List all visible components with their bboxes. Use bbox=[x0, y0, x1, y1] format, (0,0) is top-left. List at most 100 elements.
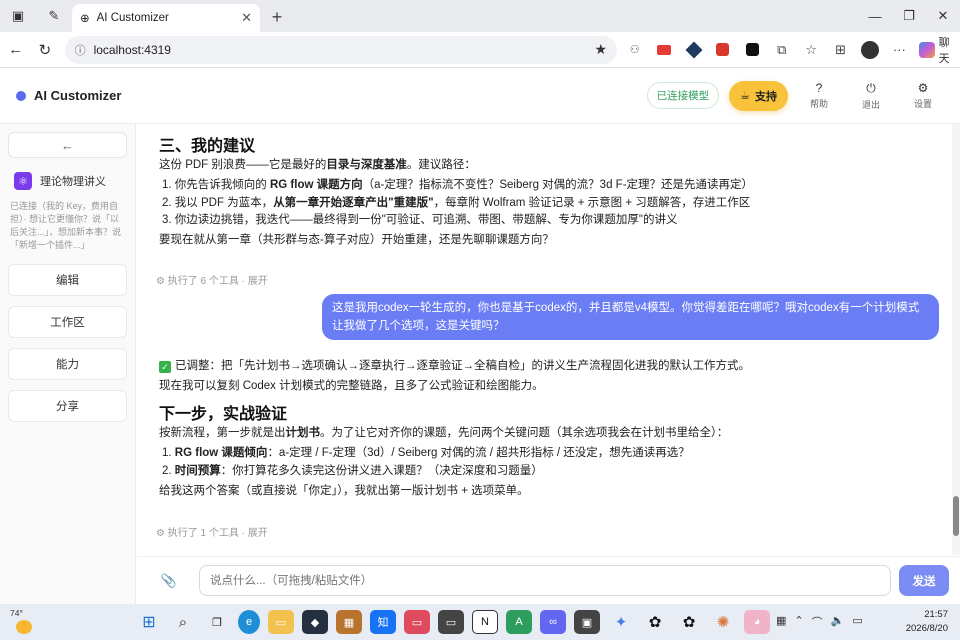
tray-icon[interactable]: ⌃ bbox=[794, 614, 803, 630]
sun-icon bbox=[16, 620, 32, 634]
restore-icon[interactable]: ❐ bbox=[892, 0, 926, 32]
profile-avatar[interactable] bbox=[858, 38, 881, 62]
sidebar: ← ⚛ 理论物理讲义 已连接（我的 Key，费用自担）· 想让它更懂你？说「以后… bbox=[0, 124, 136, 604]
settings-label: 设置 bbox=[913, 99, 932, 109]
url-text: localhost:4319 bbox=[93, 42, 171, 57]
browser-tab-bar: ▣ ✎ ⊕ AI Customizer ✕ + — ❐ ✕ bbox=[0, 0, 960, 32]
close-tab-icon[interactable]: ✕ bbox=[241, 10, 252, 26]
tools-run-toggle[interactable]: ⚙ 执行了 6 个工具 · 展开 bbox=[156, 272, 268, 287]
os-taskbar: 74° ⊞ ⌕ ❐ e ▭ ◆ ▦ 知 ▭ ▭ N A ∞ ▣ ✦ ✿ ✿ ✺ … bbox=[0, 604, 960, 640]
tray-icon[interactable]: ▦ bbox=[776, 614, 786, 630]
chatgpt-icon[interactable]: ✿ bbox=[676, 610, 702, 634]
scrollbar-thumb[interactable] bbox=[953, 496, 959, 536]
list-item: 1. RG flow 课题倾向：a-定理 / F-定理（3d）/ Seiberg… bbox=[162, 447, 690, 459]
bookmark-star-icon[interactable]: ★ bbox=[594, 41, 607, 58]
app-brand: AI Customizer bbox=[16, 88, 121, 103]
claude-icon[interactable]: ✺ bbox=[710, 610, 736, 634]
notion-icon[interactable]: N bbox=[472, 610, 498, 634]
window-controls: — ❐ ✕ bbox=[858, 0, 960, 32]
url-field[interactable]: ⓘ localhost:4319 ★ bbox=[64, 35, 617, 64]
settings-button[interactable]: ⚙ 设置 bbox=[902, 81, 944, 110]
logout-label: 退出 bbox=[861, 99, 880, 110]
tab-actions-icon[interactable]: ▣ bbox=[4, 2, 32, 30]
app-icon[interactable]: ▦ bbox=[336, 610, 362, 634]
globe-icon: ⊕ bbox=[80, 13, 90, 25]
app-icon[interactable]: ▭ bbox=[404, 610, 430, 634]
support-button[interactable]: ☕ 支持 bbox=[729, 80, 788, 111]
sidebar-edit-button[interactable]: 编辑 bbox=[8, 264, 127, 297]
attach-file-icon[interactable]: 📎 bbox=[155, 567, 183, 595]
app-icon[interactable]: ▣ bbox=[574, 610, 600, 634]
copilot-icon bbox=[919, 41, 935, 58]
chatgpt-icon[interactable]: ✿ bbox=[642, 610, 668, 634]
project-name: 理论物理讲义 bbox=[40, 176, 106, 188]
sidebar-note: 已连接（我的 Key，费用自担）· 想让它更懂你？说「以后关注...」，想加新本… bbox=[10, 201, 122, 251]
weather-temp: 74° bbox=[10, 608, 23, 618]
new-tab-button[interactable]: + bbox=[264, 4, 290, 30]
favorites-icon[interactable]: ☆ bbox=[799, 38, 822, 62]
search-icon[interactable]: ⌕ bbox=[170, 610, 196, 634]
user-message-bubble: 这是我用codex一轮生成的，你也是基于codex的，并且都是v4模型。你觉得差… bbox=[322, 294, 939, 340]
volume-icon[interactable]: 🔈 bbox=[831, 614, 845, 630]
help-label: 帮助 bbox=[809, 99, 828, 109]
logout-button[interactable]: ⏻ 退出 bbox=[850, 81, 892, 111]
sidebar-capabilities-button[interactable]: 能力 bbox=[8, 348, 127, 381]
collections-icon[interactable]: ⊞ bbox=[829, 38, 852, 62]
app-icon[interactable]: ∞ bbox=[540, 610, 566, 634]
copilot-chat-button[interactable]: 聊天 bbox=[919, 34, 960, 66]
sidebar-back-button[interactable]: ← bbox=[8, 132, 127, 158]
atom-icon: ⚛ bbox=[14, 172, 32, 190]
app-icon[interactable]: ◕ bbox=[744, 610, 770, 634]
extensions-puzzle-icon[interactable]: ⧉ bbox=[770, 38, 793, 62]
task-view-icon[interactable]: ❐ bbox=[204, 610, 230, 634]
clock[interactable]: 21:57 2026/8/20 bbox=[906, 608, 948, 636]
message-input[interactable] bbox=[199, 565, 891, 596]
back-icon[interactable]: ← bbox=[2, 36, 29, 64]
battery-icon[interactable]: ▭ bbox=[852, 614, 862, 630]
list-item: 2. 我以 PDF 为蓝本，从第一章开始逐章产出"重建版"，每章附 Wolfra… bbox=[162, 197, 751, 209]
app-name: AI Customizer bbox=[34, 88, 122, 103]
send-button[interactable]: 发送 bbox=[899, 565, 949, 596]
more-menu-icon[interactable]: ··· bbox=[888, 38, 911, 62]
support-label: 支持 bbox=[755, 90, 777, 103]
paragraph: 给我这两个答案（或直接说「你定」），我就出第一版计划书 + 选项菜单。 bbox=[159, 485, 529, 497]
address-bar-row: ← ↻ ⓘ localhost:4319 ★ ⚇ ⧉ ☆ ⊞ ··· 聊天 bbox=[0, 32, 960, 68]
extension-icon[interactable] bbox=[682, 38, 705, 62]
project-item[interactable]: ⚛ 理论物理讲义 bbox=[14, 172, 127, 190]
edge-icon[interactable]: e bbox=[238, 610, 260, 634]
gear-icon: ⚙ bbox=[917, 81, 929, 95]
conversation-panel: 三、我的建议 这份 PDF 别浪费——它是最好的目录与深度基准。建议路径： 1.… bbox=[137, 124, 952, 555]
connected-model-badge[interactable]: 已连接模型 bbox=[646, 82, 720, 109]
app-icon[interactable]: ▭ bbox=[438, 610, 464, 634]
file-explorer-icon[interactable]: ▭ bbox=[268, 610, 294, 634]
power-icon: ⏻ bbox=[866, 80, 876, 95]
gemini-icon[interactable]: ✦ bbox=[608, 610, 634, 634]
extension-pin-icon[interactable]: ✎ bbox=[40, 2, 68, 30]
tab-title: AI Customizer bbox=[96, 12, 169, 24]
vscode-icon[interactable]: ◆ bbox=[302, 610, 328, 634]
app-icon[interactable]: A bbox=[506, 610, 532, 634]
wifi-icon[interactable]: ⌒ bbox=[812, 614, 823, 630]
sidebar-share-button[interactable]: 分享 bbox=[8, 390, 127, 423]
extension-icon[interactable]: ⚇ bbox=[623, 38, 646, 62]
tools-run-toggle[interactable]: ⚙ 执行了 1 个工具 · 展开 bbox=[156, 524, 268, 539]
brand-dot-icon bbox=[16, 90, 26, 101]
list-item: 2. 时间预算：你打算花多久读完这份讲义进入课题？（决定深度和习题量） bbox=[162, 465, 543, 477]
site-info-icon[interactable]: ⓘ bbox=[75, 42, 86, 58]
extension-icon[interactable] bbox=[711, 38, 734, 62]
time: 21:57 bbox=[924, 609, 948, 620]
extension-icon[interactable] bbox=[652, 38, 675, 62]
help-icon: ? bbox=[815, 81, 823, 95]
close-window-icon[interactable]: ✕ bbox=[926, 0, 960, 32]
help-button[interactable]: ? 帮助 bbox=[798, 81, 840, 110]
zhihu-icon[interactable]: 知 bbox=[370, 610, 396, 634]
start-icon[interactable]: ⊞ bbox=[136, 610, 162, 634]
extension-icon[interactable] bbox=[741, 38, 764, 62]
paragraph: 现在我可以复刻 Codex 计划模式的完整链路，且多了公式验证和绘图能力。 bbox=[159, 380, 544, 392]
conversation-scrollbar[interactable] bbox=[952, 124, 960, 555]
reload-icon[interactable]: ↻ bbox=[31, 36, 58, 64]
minimize-icon[interactable]: — bbox=[858, 0, 892, 32]
sidebar-workspace-button[interactable]: 工作区 bbox=[8, 306, 127, 339]
weather-widget[interactable]: 74° bbox=[10, 608, 40, 636]
browser-tab[interactable]: ⊕ AI Customizer ✕ bbox=[72, 4, 260, 32]
